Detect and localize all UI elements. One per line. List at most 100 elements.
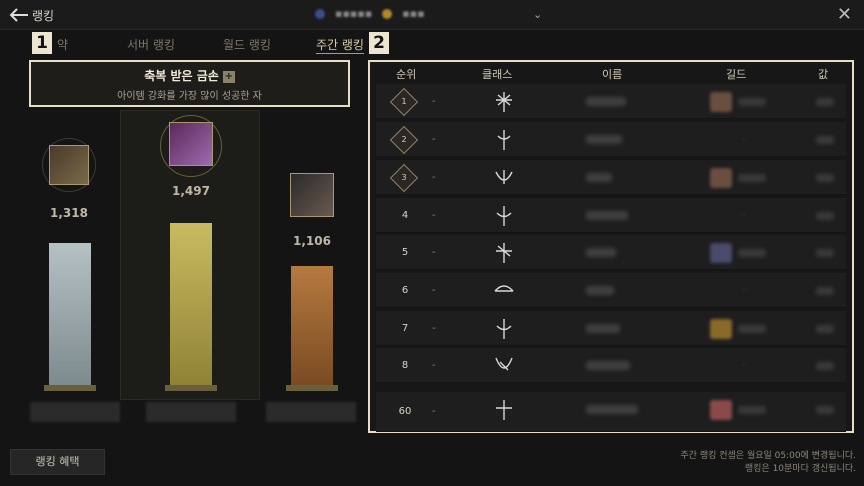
close-icon[interactable]: ✕ [837, 4, 852, 25]
guild-name-redacted [738, 325, 766, 333]
tab-weekly-ranking[interactable]: 주간 랭킹 [316, 36, 364, 54]
value-redacted [816, 174, 834, 182]
guild-emblem-icon [710, 92, 732, 112]
class-icon [496, 319, 512, 339]
podium-bar [170, 223, 212, 387]
player-name-redacted [586, 324, 620, 333]
table-row[interactable]: 7- [376, 311, 846, 346]
annotation-badge-1: 1 [32, 32, 52, 54]
rank-number: 3 [401, 173, 407, 182]
podium-base [44, 385, 96, 391]
rank-number: 5 [401, 247, 409, 258]
table-row[interactable]: 5- [376, 235, 846, 270]
rank-change: - [432, 210, 436, 221]
tab-partial[interactable]: 약 [57, 36, 68, 53]
value-redacted [816, 136, 834, 144]
tab-world-ranking[interactable]: 월드 랭킹 [223, 36, 271, 53]
guild-emblem-icon [710, 400, 732, 420]
class-icon [495, 170, 513, 184]
rank-number: 2 [401, 135, 407, 144]
rank-change: - [432, 172, 436, 183]
category-title: 축복 받은 금손 [144, 69, 219, 83]
rank-change: - [432, 285, 436, 296]
rank-change: - [432, 406, 436, 417]
header-class: 클래스 [482, 68, 513, 81]
rank-number: 4 [401, 210, 409, 221]
player-name-redacted [586, 248, 616, 257]
rank-change: - [432, 323, 436, 334]
podium-value: 1,497 [172, 184, 210, 198]
avatar [290, 173, 334, 217]
back-arrow-icon[interactable] [8, 5, 30, 25]
value-redacted [816, 406, 834, 414]
player-name-redacted [586, 97, 626, 106]
rank-number: 1 [401, 97, 407, 106]
class-icon [495, 357, 513, 371]
annotation-badge-2: 2 [369, 32, 389, 54]
guild-empty: - [742, 285, 746, 296]
currency-bar: ▪▪▪▪▪ ▪▪▪ [315, 7, 425, 20]
table-row[interactable]: 60 - [376, 392, 846, 432]
guild-empty: - [742, 360, 746, 371]
rank-number: 8 [401, 360, 409, 371]
rank-change: - [432, 134, 436, 145]
ranking-table: 순위 클래스 이름 길드 값 1-2- -3-4- -5-6- -7-8- -60- [368, 60, 854, 433]
table-row[interactable]: 4 - - [376, 198, 846, 233]
value-redacted [816, 212, 834, 220]
podium-value: 1,318 [50, 206, 88, 220]
podium-value: 1,106 [293, 234, 331, 248]
ranking-benefit-button[interactable]: 랭킹 혜택 [10, 449, 105, 475]
value-redacted [816, 362, 834, 370]
ranking-category-panel[interactable]: 축복 받은 금손 + 아이템 강화를 가장 많이 성공한 자 [29, 60, 350, 107]
player-name-redacted [586, 211, 628, 220]
player-name-redacted [586, 135, 622, 144]
rank-number: 6 [401, 285, 409, 296]
class-icon [496, 92, 512, 112]
guild-name-redacted [738, 174, 766, 182]
coin-icon [382, 8, 393, 19]
guild-empty: - [742, 210, 746, 221]
rank-number: 60 [398, 406, 412, 417]
podium-caption [30, 402, 120, 422]
coin-value: ▪▪▪ [402, 7, 425, 20]
table-row[interactable]: 8 - - [376, 348, 846, 383]
player-name-redacted [586, 286, 614, 295]
class-icon [496, 206, 512, 226]
chevron-down-icon[interactable]: ⌄ [533, 8, 542, 21]
header-name: 이름 [602, 68, 623, 81]
tab-server-ranking[interactable]: 서버 랭킹 [127, 36, 175, 53]
podium-bar [49, 243, 91, 387]
table-row[interactable]: 2 - - [376, 122, 846, 157]
table-row[interactable]: 1- [376, 84, 846, 119]
header-guild: 길드 [726, 68, 747, 81]
guild-name-redacted [738, 406, 766, 414]
class-icon [496, 243, 512, 263]
footer-line-1: 주간 랭킹 컨셉은 월요일 05:00에 변경됩니다. [680, 451, 856, 461]
currency-icon [315, 8, 325, 19]
table-row[interactable]: 3- [376, 160, 846, 195]
footer-line-2: 랭킹은 10분마다 갱신됩니다. [744, 464, 856, 474]
rank-change: - [432, 96, 436, 107]
value-redacted [816, 249, 834, 257]
rank-number: 7 [401, 323, 409, 334]
header-rank: 순위 [396, 68, 417, 81]
value-redacted [816, 98, 834, 106]
player-name-redacted [586, 361, 630, 370]
podium-caption [146, 402, 236, 422]
avatar [169, 122, 213, 166]
category-description: 아이템 강화를 가장 많이 성공한 자 [117, 91, 262, 102]
guild-name-redacted [738, 249, 766, 257]
table-row[interactable]: 6 - - [376, 273, 846, 308]
guild-empty: - [742, 134, 746, 145]
guild-emblem-icon [710, 243, 732, 263]
footer-notice: 주간 랭킹 컨셉은 월요일 05:00에 변경됩니다. 랭킹은 10분마다 갱신… [680, 450, 856, 476]
guild-emblem-icon [710, 168, 732, 188]
podium-caption [266, 402, 356, 422]
window-title: 랭킹 [32, 9, 55, 23]
podium-base [165, 385, 217, 391]
class-icon [496, 400, 512, 420]
player-name-redacted [586, 173, 612, 182]
plus-icon[interactable]: + [222, 70, 235, 83]
value-redacted [816, 325, 834, 333]
rank-change: - [432, 360, 436, 371]
